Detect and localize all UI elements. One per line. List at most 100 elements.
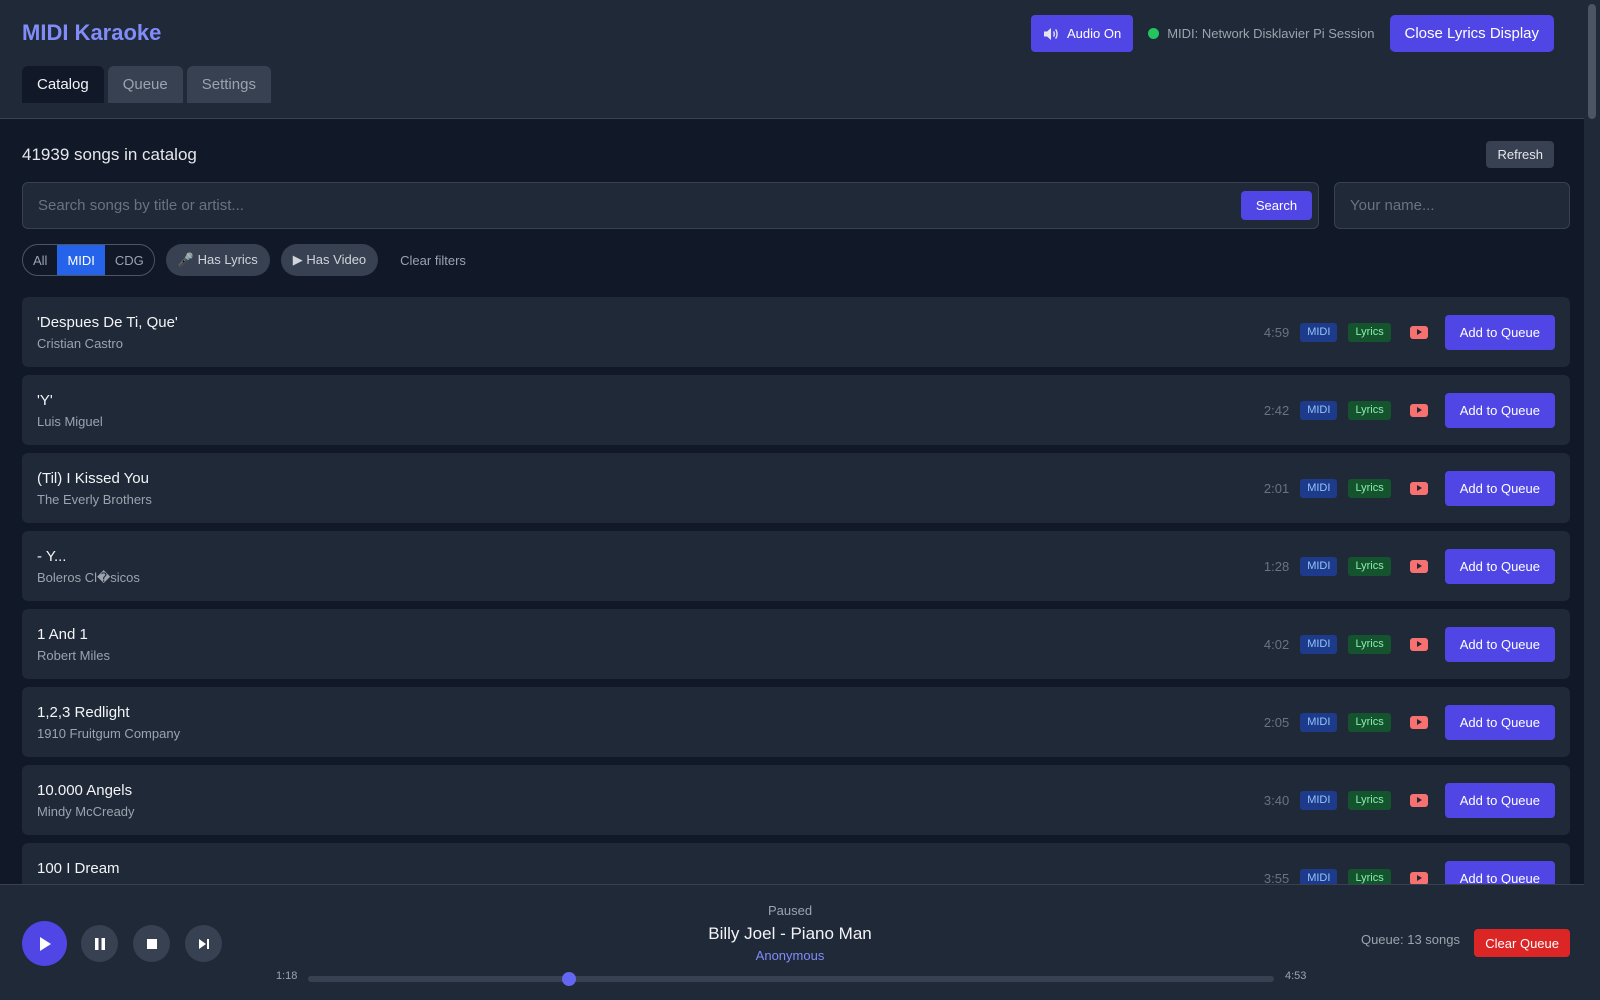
filter-bar: All MIDI CDG 🎤 Has Lyrics ▶ Has Video Cl…	[22, 244, 466, 276]
midi-status-text: MIDI: Network Disklavier Pi Session	[1167, 26, 1375, 41]
tab-settings[interactable]: Settings	[186, 66, 271, 103]
clear-queue-button[interactable]: Clear Queue	[1474, 929, 1570, 957]
song-row: 'Despues De Ti, Que' Cristian Castro 4:59 M…	[22, 297, 1570, 367]
audio-toggle-button[interactable]: Audio On	[1030, 15, 1134, 52]
add-to-queue-button[interactable]: Add to Queue	[1444, 860, 1555, 884]
song-meta: 2:42 MIDI Lyrics Add to Queue	[1264, 375, 1555, 445]
clear-filters-link[interactable]: Clear filters	[400, 253, 466, 268]
speaker-icon	[1043, 27, 1058, 40]
youtube-video-icon[interactable]	[1409, 481, 1428, 495]
filter-cdg[interactable]: CDG	[105, 245, 154, 275]
song-meta: 2:05 MIDI Lyrics Add to Queue	[1264, 687, 1555, 757]
lyrics-badge: Lyrics	[1348, 712, 1391, 732]
midi-badge: MIDI	[1300, 400, 1338, 420]
progress-thumb[interactable]	[561, 972, 576, 986]
song-duration: 2:05	[1263, 714, 1290, 730]
now-playing-title: Billy Joel - Piano Man	[708, 924, 872, 943]
youtube-video-icon[interactable]	[1409, 559, 1428, 573]
progress-track[interactable]	[308, 972, 1274, 986]
song-title: (Til) I Kissed You	[37, 470, 149, 487]
add-to-queue-button[interactable]: Add to Queue	[1444, 782, 1555, 818]
song-row: 10.000 Angels Mindy McCready 3:40 MIDI Lyric…	[22, 765, 1570, 835]
song-artist: Robert Miles	[37, 648, 110, 663]
lyrics-badge: Lyrics	[1348, 400, 1391, 420]
singer-name-box	[1334, 182, 1570, 229]
tab-queue[interactable]: Queue	[107, 66, 183, 103]
youtube-video-icon[interactable]	[1409, 325, 1428, 339]
add-to-queue-button[interactable]: Add to Queue	[1444, 470, 1555, 506]
search-bar: Search	[22, 182, 1319, 229]
song-title: - Y...	[37, 548, 67, 565]
player-bar: Paused Billy Joel - Piano Man Anonymous …	[0, 884, 1600, 1000]
singer-name-input[interactable]	[1335, 183, 1569, 228]
playback-status: Paused	[767, 903, 813, 918]
lyrics-badge: Lyrics	[1348, 478, 1391, 498]
progress-fill	[308, 976, 569, 982]
add-to-queue-button[interactable]: Add to Queue	[1444, 548, 1555, 584]
has-video-filter[interactable]: ▶ Has Video	[280, 244, 379, 276]
song-meta: 3:55 MIDI Lyrics Add to Queue	[1264, 843, 1555, 884]
midi-badge: MIDI	[1300, 634, 1338, 654]
song-row: - Y... Boleros Cl�sicos 1:28 MIDI Lyrics Add …	[22, 531, 1570, 601]
lyrics-badge: Lyrics	[1348, 790, 1391, 810]
filter-all[interactable]: All	[23, 245, 57, 275]
add-to-queue-button[interactable]: Add to Queue	[1444, 626, 1555, 662]
tab-catalog[interactable]: Catalog	[22, 66, 104, 103]
filter-midi[interactable]: MIDI	[57, 245, 105, 275]
youtube-video-icon[interactable]	[1409, 403, 1428, 417]
current-time: 1:18	[276, 970, 298, 982]
has-lyrics-filter[interactable]: 🎤 Has Lyrics	[165, 244, 270, 276]
midi-badge: MIDI	[1300, 868, 1338, 884]
song-duration: 3:55	[1263, 870, 1290, 885]
youtube-video-icon[interactable]	[1409, 637, 1428, 651]
song-meta: 3:40 MIDI Lyrics Add to Queue	[1264, 765, 1555, 835]
midi-badge: MIDI	[1300, 790, 1338, 810]
song-title: 100 I Dream	[37, 860, 120, 877]
lyrics-badge: Lyrics	[1348, 322, 1391, 342]
song-duration: 4:59	[1263, 324, 1290, 340]
close-lyrics-display-button[interactable]: Close Lyrics Display	[1389, 15, 1554, 52]
search-button[interactable]: Search	[1241, 191, 1312, 220]
midi-badge: MIDI	[1300, 478, 1338, 498]
song-title: 1 And 1	[37, 626, 88, 643]
lyrics-badge: Lyrics	[1348, 634, 1391, 654]
song-row: 100 I Dream 3:55 MIDI Lyrics Add to Queue	[22, 843, 1570, 884]
add-to-queue-button[interactable]: Add to Queue	[1444, 314, 1555, 350]
page-scrollbar[interactable]	[1584, 0, 1600, 1000]
song-artist: 1910 Fruitgum Company	[37, 726, 181, 741]
lyrics-badge: Lyrics	[1348, 868, 1391, 884]
add-to-queue-button[interactable]: Add to Queue	[1444, 392, 1555, 428]
song-title: 'Y'	[37, 392, 53, 409]
song-row: 'Y' Luis Miguel 2:42 MIDI Lyrics Add to Queue	[22, 375, 1570, 445]
song-duration: 3:40	[1263, 792, 1290, 808]
scrollbar-thumb[interactable]	[1588, 4, 1596, 119]
add-to-queue-button[interactable]: Add to Queue	[1444, 704, 1555, 740]
song-row: (Til) I Kissed You The Everly Brothers 2:0…	[22, 453, 1570, 523]
format-filter-group: All MIDI CDG	[22, 244, 155, 276]
catalog-count: 41939 songs in catalog	[22, 145, 197, 164]
header-controls: Audio On MIDI: Network Disklavier Pi Ses…	[1030, 15, 1554, 52]
youtube-video-icon[interactable]	[1409, 871, 1428, 884]
song-artist: Luis Miguel	[37, 414, 103, 429]
song-row: 1 And 1 Robert Miles 4:02 MIDI Lyrics Add to …	[22, 609, 1570, 679]
app-title: MIDI Karaoke	[22, 20, 162, 45]
song-row: 1,2,3 Redlight 1910 Fruitgum Company 2:05 M…	[22, 687, 1570, 757]
song-artist: Boleros Cl�sicos	[37, 570, 140, 585]
song-title: 10.000 Angels	[37, 782, 133, 799]
youtube-video-icon[interactable]	[1409, 715, 1428, 729]
song-duration: 1:28	[1263, 558, 1290, 574]
song-artist: The Everly Brothers	[37, 492, 152, 507]
midi-connection-status: MIDI: Network Disklavier Pi Session	[1148, 26, 1375, 41]
lyrics-badge: Lyrics	[1348, 556, 1391, 576]
search-input[interactable]	[23, 183, 1223, 228]
song-duration: 2:01	[1263, 480, 1290, 496]
song-title: 'Despues De Ti, Que'	[37, 314, 178, 331]
midi-badge: MIDI	[1300, 556, 1338, 576]
youtube-video-icon[interactable]	[1409, 793, 1428, 807]
tab-bar: Catalog Queue Settings	[22, 66, 271, 103]
song-duration: 2:42	[1263, 402, 1290, 418]
app-header: MIDI Karaoke Catalog Queue Settings Audi…	[0, 0, 1584, 119]
midi-badge: MIDI	[1300, 322, 1338, 342]
audio-toggle-label: Audio On	[1066, 26, 1122, 41]
refresh-button[interactable]: Refresh	[1486, 141, 1554, 168]
